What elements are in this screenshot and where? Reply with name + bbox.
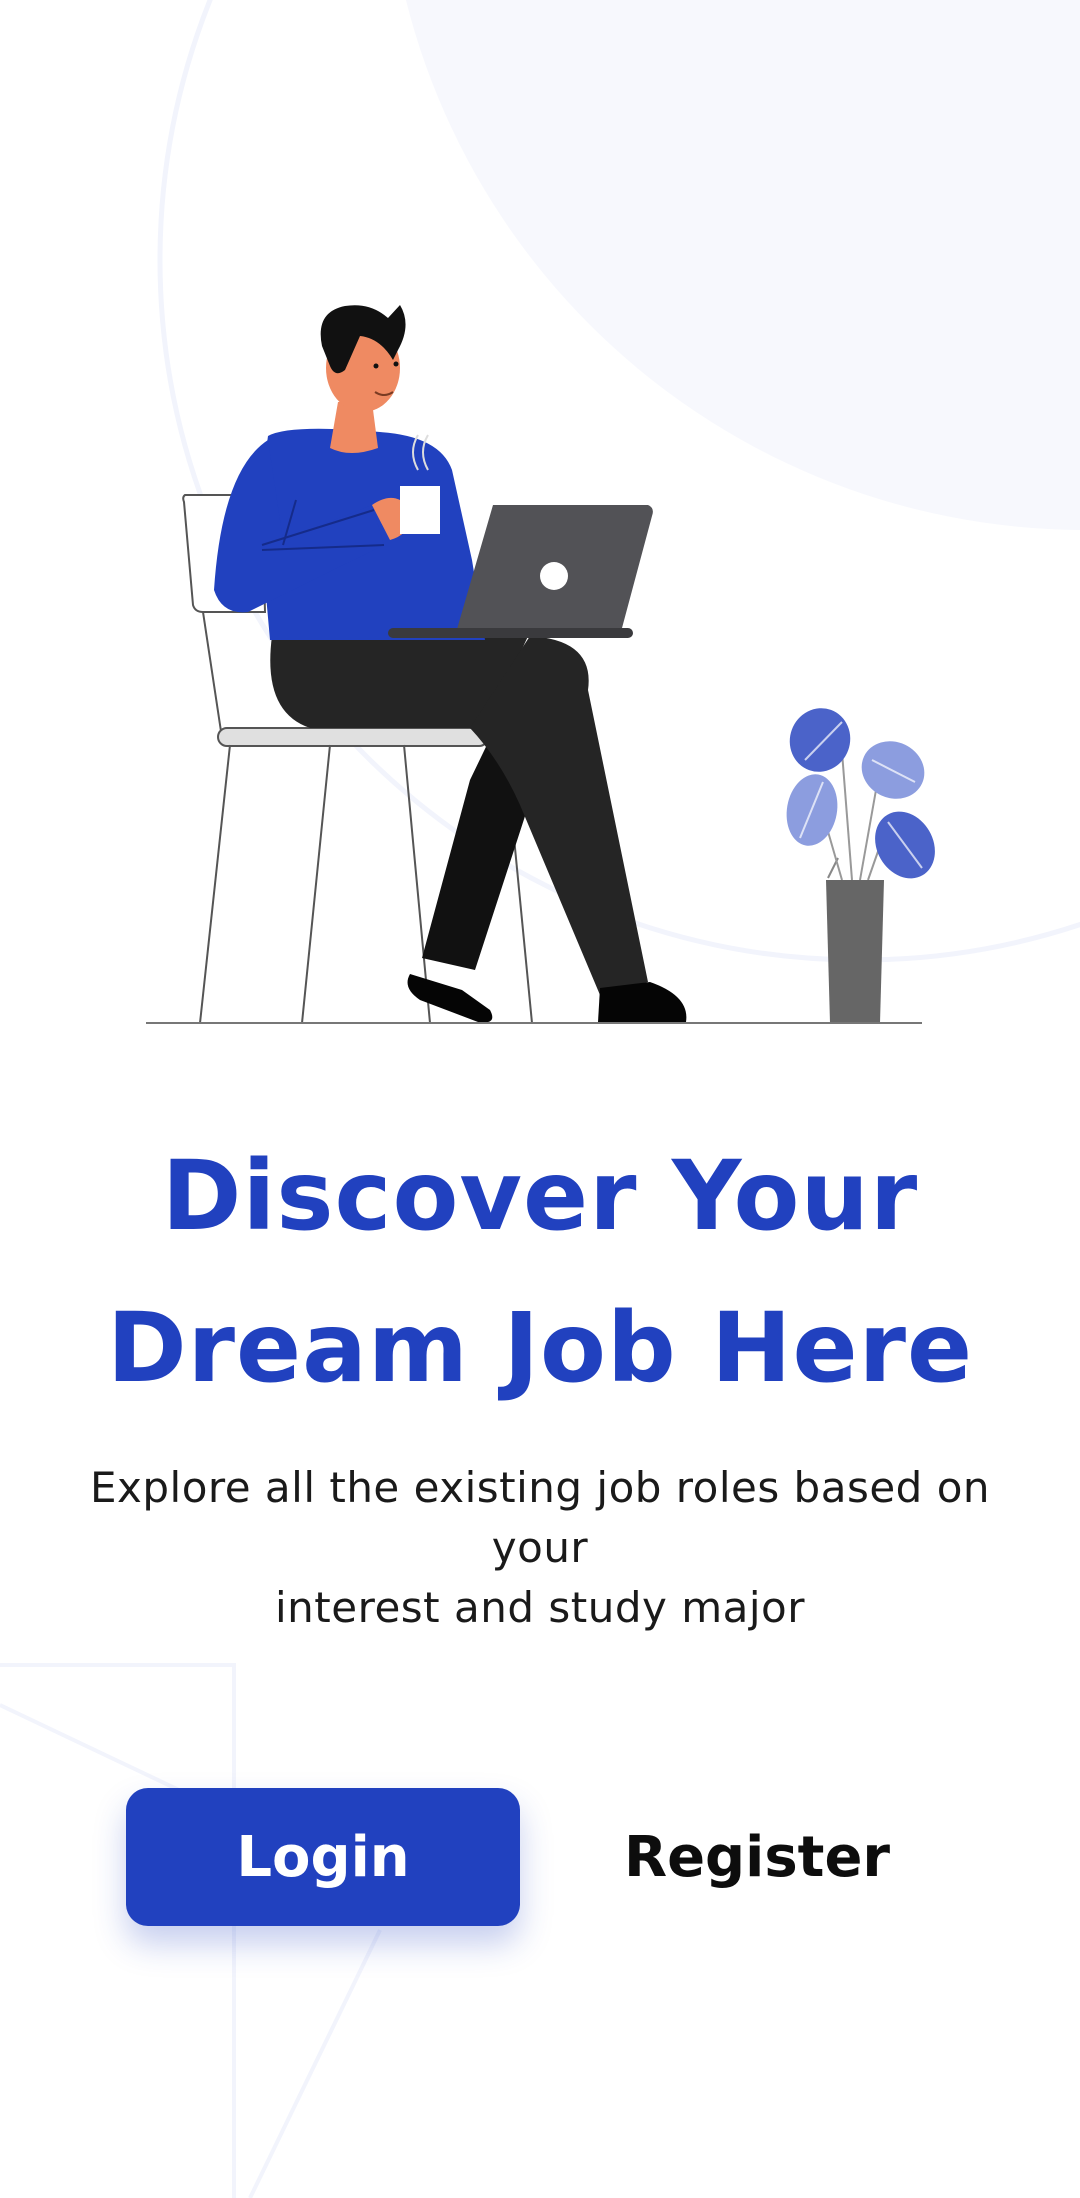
- subtitle-line-1: Explore all the existing job roles based…: [89, 1463, 991, 1572]
- subtitle: Explore all the existing job roles based…: [40, 1458, 1040, 1638]
- login-button[interactable]: Login: [126, 1788, 520, 1926]
- headline-line-2: Dream Job Here: [106, 1292, 974, 1404]
- plant: [786, 708, 935, 1023]
- person: [214, 305, 687, 1023]
- headline-line-1: Discover Your: [161, 1140, 919, 1252]
- subtitle-line-2: interest and study major: [275, 1583, 805, 1632]
- hero-illustration: [146, 305, 935, 1024]
- register-button[interactable]: Register: [560, 1788, 954, 1926]
